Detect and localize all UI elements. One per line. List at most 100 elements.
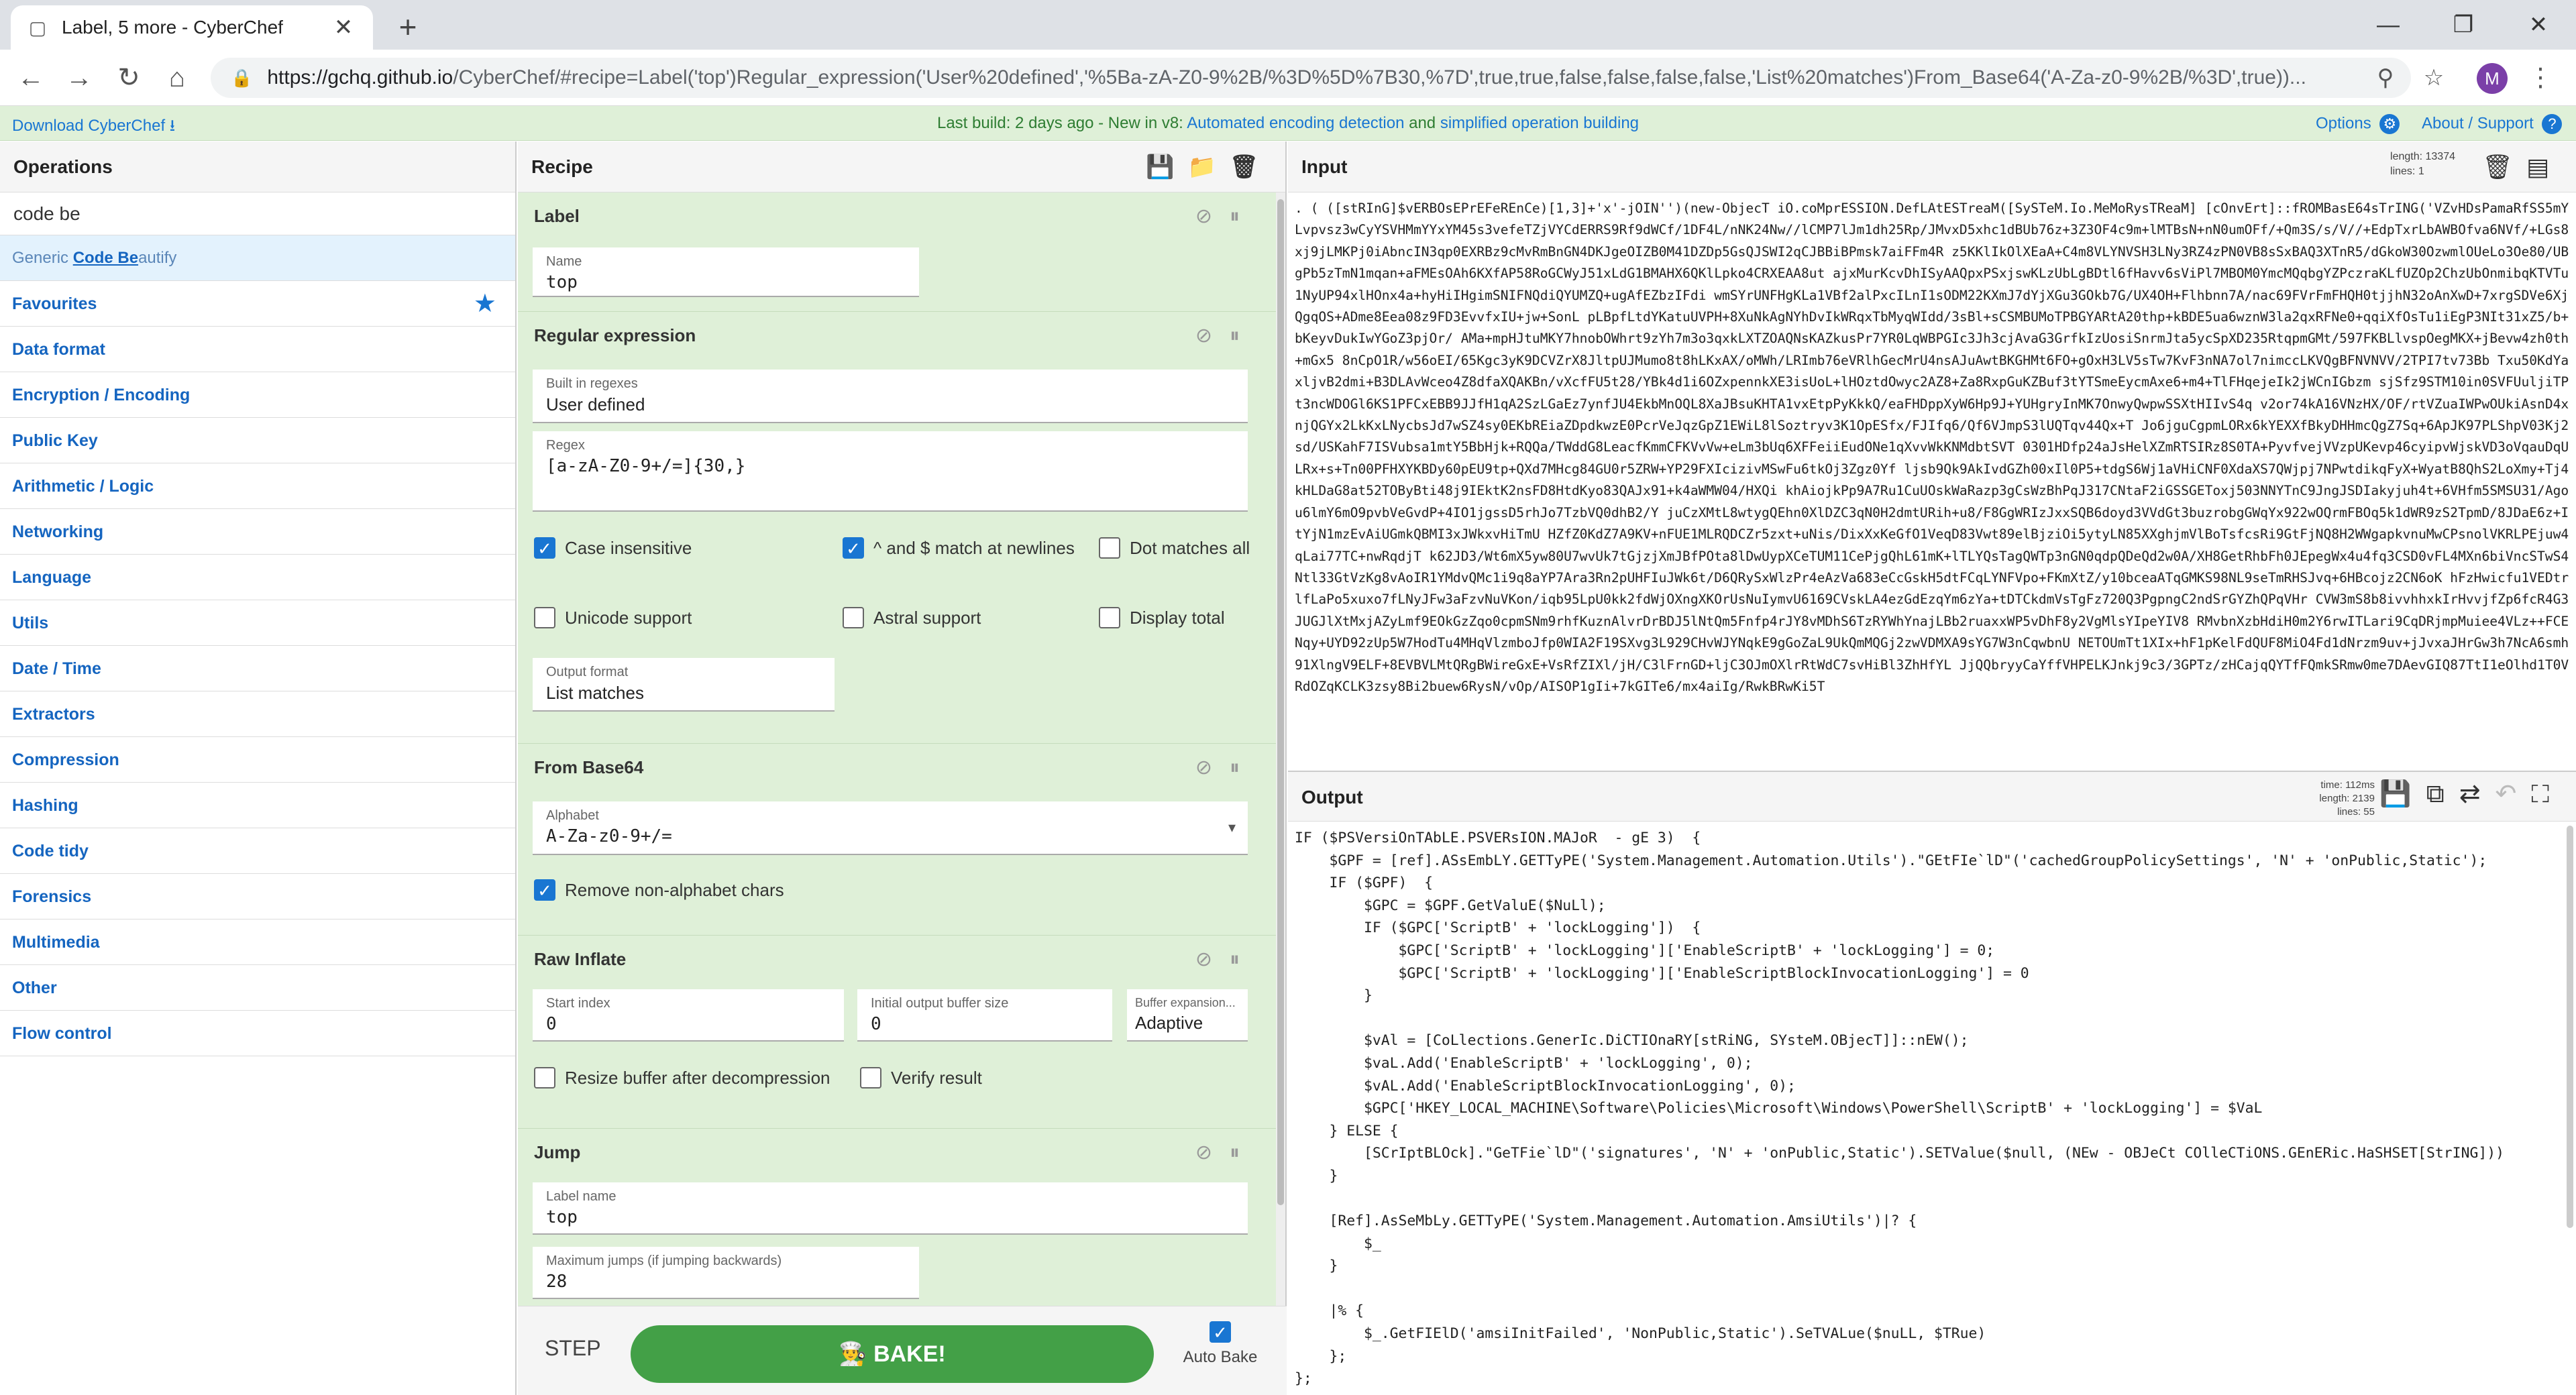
category-data-format[interactable]: Data format [0,327,515,372]
search-result-code-beautify[interactable]: Generic Code Beautify [0,235,515,281]
bookmark-star-icon[interactable]: ☆ [2415,58,2453,98]
operations-search-input[interactable]: code be [0,192,515,235]
breakpoint-icon[interactable]: ⏸ [1230,325,1257,347]
zoom-search-icon[interactable]: ⚲ [2367,58,2404,98]
operation-label: Label ⊘⏸ Name top [518,192,1276,312]
copy-icon[interactable]: ⧉ [2426,780,2459,808]
category-flow-control[interactable]: Flow control [0,1011,515,1056]
verify-result-checkbox[interactable]: Verify result [860,1067,982,1089]
breakpoint-icon[interactable]: ⏸ [1230,205,1257,227]
dotall-checkbox[interactable]: Dot matches all [1099,537,1250,559]
link-simplified-building[interactable]: simplified operation building [1440,114,1639,132]
operation-jump: Jump ⊘⏸ Label name top Maximum jumps (if… [518,1129,1276,1306]
reload-icon[interactable]: ↻ [110,59,148,97]
swap-icon[interactable]: ⇄ [2459,780,2496,808]
trash-icon[interactable]: 🗑 [2482,153,2526,180]
disable-icon[interactable]: ⊘ [1195,948,1230,970]
options-button[interactable]: Options ⚙ [2316,114,2400,134]
case-insensitive-checkbox[interactable]: ✓ Case insensitive [534,537,692,559]
resize-buffer-checkbox[interactable]: Resize buffer after decompression [534,1067,830,1089]
window-close-icon[interactable]: ✕ [2501,0,2576,50]
download-cyberchef-link[interactable]: Download CyberChef ⭳ [12,114,175,142]
recipe-scrollbar[interactable] [1276,192,1285,1306]
multiline-checkbox[interactable]: ✓ ^ and $ match at newlines [843,537,1075,559]
category-compression[interactable]: Compression [0,737,515,783]
save-icon[interactable]: 💾 [2379,780,2426,808]
browser-tab[interactable]: ▢ Label, 5 more - CyberChef ✕ [11,5,373,50]
tab-title: Label, 5 more - CyberChef [62,17,283,38]
browser-menu-icon[interactable]: ⋮ [2528,59,2553,97]
address-bar[interactable]: 🔒 https://gchq.github.io/CyberChef/#reci… [211,58,2411,98]
page-favicon-icon: ▢ [28,17,47,38]
disable-icon[interactable]: ⊘ [1195,757,1230,779]
category-extractors[interactable]: Extractors [0,691,515,737]
undo-icon[interactable]: ↶ [2496,780,2532,808]
disable-icon[interactable]: ⊘ [1195,325,1230,347]
url-path: /CyberChef/#recipe=Label('top')Regular_e… [453,66,2306,89]
category-hashing[interactable]: Hashing [0,783,515,828]
breakpoint-icon[interactable]: ⏸ [1230,757,1257,779]
output-textarea[interactable]: IF ($PSVersiOnTAbLE.PSVERsION.MAJoR - gE… [1288,823,2563,1395]
auto-bake-checkbox[interactable]: ✓ Auto Bake [1177,1321,1264,1367]
home-icon[interactable]: ⌂ [158,59,196,97]
category-language[interactable]: Language [0,555,515,600]
save-icon[interactable]: 💾 [1146,154,1187,180]
category-networking[interactable]: Networking [0,509,515,555]
builtin-regex-select[interactable]: Built in regexes User defined [533,370,1248,423]
star-icon: ★ [473,290,496,318]
jump-label-field[interactable]: Label name top [533,1182,1248,1235]
remove-nonalpha-checkbox[interactable]: ✓ Remove non-alphabet chars [534,879,784,901]
about-support-button[interactable]: About / Support ? [2422,114,2563,134]
step-button[interactable]: STEP [545,1336,601,1361]
bake-button[interactable]: 👨‍🍳 BAKE! [631,1325,1154,1383]
category-utils[interactable]: Utils [0,600,515,646]
output-scrollbar[interactable] [2567,826,2573,1228]
category-arithmetic-logic[interactable]: Arithmetic / Logic [0,463,515,509]
display-total-checkbox[interactable]: Display total [1099,607,1225,628]
operation-title: From Base64 [534,757,644,777]
unicode-checkbox[interactable]: Unicode support [534,607,692,628]
layout-icon[interactable]: ▤ [2526,153,2563,180]
operation-title: Regular expression [534,325,696,345]
download-icon: ⭳ [169,117,176,135]
maximize-icon[interactable]: ⛶ [2531,780,2564,808]
input-textarea[interactable]: . ( ([stRInG]$vERBOsEPrEFeREnCe)[1,3]+'x… [1288,192,2576,769]
breakpoint-icon[interactable]: ⏸ [1230,948,1257,970]
regex-input[interactable]: Regex [a-zA-Z0-9+/=]{30,} [533,431,1248,512]
operation-from-base64: From Base64 ⊘⏸ Alphabet A-Za-z0-9+/= ▾ ✓… [518,744,1276,936]
operations-panel: Operations code be Generic Code Beautify… [0,142,517,1395]
category-multimedia[interactable]: Multimedia [0,919,515,965]
output-title: Output [1301,787,1363,807]
category-code-tidy[interactable]: Code tidy [0,828,515,874]
category-forensics[interactable]: Forensics [0,874,515,919]
disable-icon[interactable]: ⊘ [1195,205,1230,227]
close-tab-icon[interactable]: ✕ [330,14,357,41]
forward-arrow-icon[interactable]: → [60,59,98,97]
trash-icon[interactable]: 🗑 [1230,154,1272,180]
bake-bar: STEP 👨‍🍳 BAKE! ✓ Auto Bake [518,1306,1287,1395]
output-format-select[interactable]: Output format List matches [533,658,835,712]
category-favourites[interactable]: Favourites ★ [0,281,515,327]
astral-checkbox[interactable]: Astral support [843,607,981,628]
max-jumps-field[interactable]: Maximum jumps (if jumping backwards) 28 [533,1247,919,1299]
category-encryption-encoding[interactable]: Encryption / Encoding [0,372,515,418]
profile-avatar[interactable]: M [2477,63,2508,94]
disable-icon[interactable]: ⊘ [1195,1141,1230,1164]
start-index-field[interactable]: Start index 0 [533,989,844,1042]
back-arrow-icon[interactable]: ← [12,59,50,97]
dropdown-caret-icon: ▾ [1228,819,1236,836]
category-other[interactable]: Other [0,965,515,1011]
recipe-panel: Recipe 💾📁🗑 Label ⊘⏸ Name top Regular exp… [518,142,1287,1395]
category-date-time[interactable]: Date / Time [0,646,515,691]
breakpoint-icon[interactable]: ⏸ [1230,1141,1257,1164]
link-automated-encoding[interactable]: Automated encoding detection [1187,114,1404,132]
minimize-icon[interactable]: — [2351,0,2426,50]
folder-icon[interactable]: 📁 [1187,154,1229,180]
label-name-field[interactable]: Name top [533,247,919,297]
buffer-expansion-select[interactable]: Buffer expansion... Adaptive [1127,989,1248,1042]
restore-icon[interactable]: ❐ [2426,0,2501,50]
new-tab-button[interactable]: + [389,8,427,46]
buffer-size-field[interactable]: Initial output buffer size 0 [857,989,1112,1042]
category-public-key[interactable]: Public Key [0,418,515,463]
alphabet-select[interactable]: Alphabet A-Za-z0-9+/= ▾ [533,801,1248,855]
